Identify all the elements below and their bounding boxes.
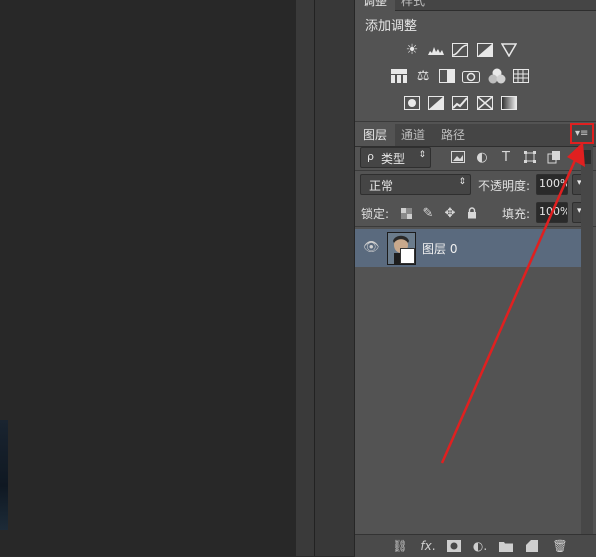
type-filter-icon[interactable]: T	[497, 148, 515, 166]
exposure-icon[interactable]	[475, 40, 495, 60]
fill-label: 填充:	[502, 207, 531, 221]
layers-bottom-bar: ⛓ fx. ◐. 🗑	[355, 534, 596, 557]
add-mask-icon[interactable]	[445, 538, 463, 554]
tab-channels[interactable]: 通道	[393, 124, 433, 146]
threshold-icon[interactable]	[450, 93, 470, 113]
menu-highlight-box	[570, 123, 594, 144]
opacity-value: 100%	[539, 177, 568, 190]
tab-layers[interactable]: 图层	[355, 124, 396, 146]
opacity-label: 不透明度:	[478, 179, 531, 193]
selective-color-icon[interactable]	[475, 93, 495, 113]
smart-object-filter-icon[interactable]	[545, 148, 563, 166]
pixel-filter-icon[interactable]	[449, 148, 467, 166]
eye-icon[interactable]: 👁	[363, 240, 380, 255]
tab-paths[interactable]: 路径	[433, 124, 473, 146]
panel-gutter	[296, 0, 314, 556]
tab-styles[interactable]: 样式	[393, 0, 433, 12]
filter-divider	[355, 170, 596, 171]
updown-arrow-icon: ⇕	[418, 150, 426, 160]
updown-arrow-icon: ⇕	[458, 177, 466, 187]
invert-icon[interactable]	[402, 93, 422, 113]
fill-value: 100%	[539, 205, 568, 218]
layer-name[interactable]: 图层 0	[422, 240, 457, 257]
fill-input[interactable]: 100%	[536, 202, 568, 223]
trash-icon[interactable]: 🗑	[551, 538, 569, 554]
layers-list-divider	[355, 226, 596, 227]
adjustments-title: 添加调整	[365, 19, 418, 34]
new-group-icon[interactable]	[497, 538, 515, 554]
channel-mixer-icon[interactable]	[487, 66, 507, 86]
new-layer-icon[interactable]	[523, 538, 541, 554]
right-panel: 调整 样式 ▾≡ 添加调整 ☀ ⚖	[354, 0, 596, 557]
tab-adjustments[interactable]: 调整	[355, 0, 396, 12]
filter-kind-select[interactable]: ρ 类型 ⇕	[360, 147, 431, 168]
layer-row[interactable]: 👁 图层 0	[355, 229, 581, 267]
curves-icon[interactable]	[450, 40, 470, 60]
photo-filter-icon[interactable]	[461, 66, 481, 86]
adjustments-menu-icon[interactable]: ▾≡	[578, 0, 591, 2]
opacity-input[interactable]: 100%	[536, 174, 568, 195]
vibrance-icon[interactable]	[499, 40, 519, 60]
color-balance-icon[interactable]: ⚖	[413, 66, 433, 86]
levels-icon[interactable]	[426, 40, 446, 60]
lock-image-icon[interactable]: ✎	[419, 204, 437, 222]
layer-thumbnail	[387, 232, 416, 265]
image-edge	[0, 420, 8, 530]
collapsed-dock	[314, 0, 355, 556]
adjustment-filter-icon[interactable]: ◐	[473, 148, 491, 166]
fx-icon[interactable]: fx.	[419, 538, 437, 554]
scroll-thumb[interactable]	[583, 150, 591, 164]
blend-mode-value: 正常	[369, 179, 394, 193]
shape-filter-icon[interactable]	[521, 148, 539, 166]
hue-saturation-icon[interactable]	[389, 66, 409, 86]
posterize-icon[interactable]	[426, 93, 446, 113]
link-layers-icon[interactable]: ⛓	[391, 538, 409, 554]
lock-position-icon[interactable]: ✥	[441, 204, 459, 222]
lock-all-icon[interactable]	[463, 204, 481, 222]
panel-divider	[355, 121, 596, 122]
gradient-map-icon[interactable]	[499, 93, 519, 113]
search-icon: ρ	[367, 150, 374, 163]
blend-mode-select[interactable]: 正常 ⇕	[360, 174, 471, 195]
smart-object-badge-icon	[400, 248, 415, 264]
lock-label: 锁定:	[361, 207, 390, 221]
black-white-icon[interactable]	[437, 66, 457, 86]
layers-scrollbar[interactable]	[581, 146, 593, 536]
document-canvas[interactable]	[0, 0, 296, 556]
adjustments-tabbar: 调整 样式 ▾≡	[355, 0, 596, 12]
layers-tabbar: 图层 通道 路径 ▾≡	[355, 124, 596, 147]
brightness-icon[interactable]: ☀	[402, 40, 422, 60]
filter-kind-label: 类型	[381, 152, 406, 166]
lock-transparent-icon[interactable]	[397, 204, 415, 222]
new-adjustment-icon[interactable]: ◐.	[471, 538, 489, 554]
color-lookup-icon[interactable]	[511, 66, 531, 86]
